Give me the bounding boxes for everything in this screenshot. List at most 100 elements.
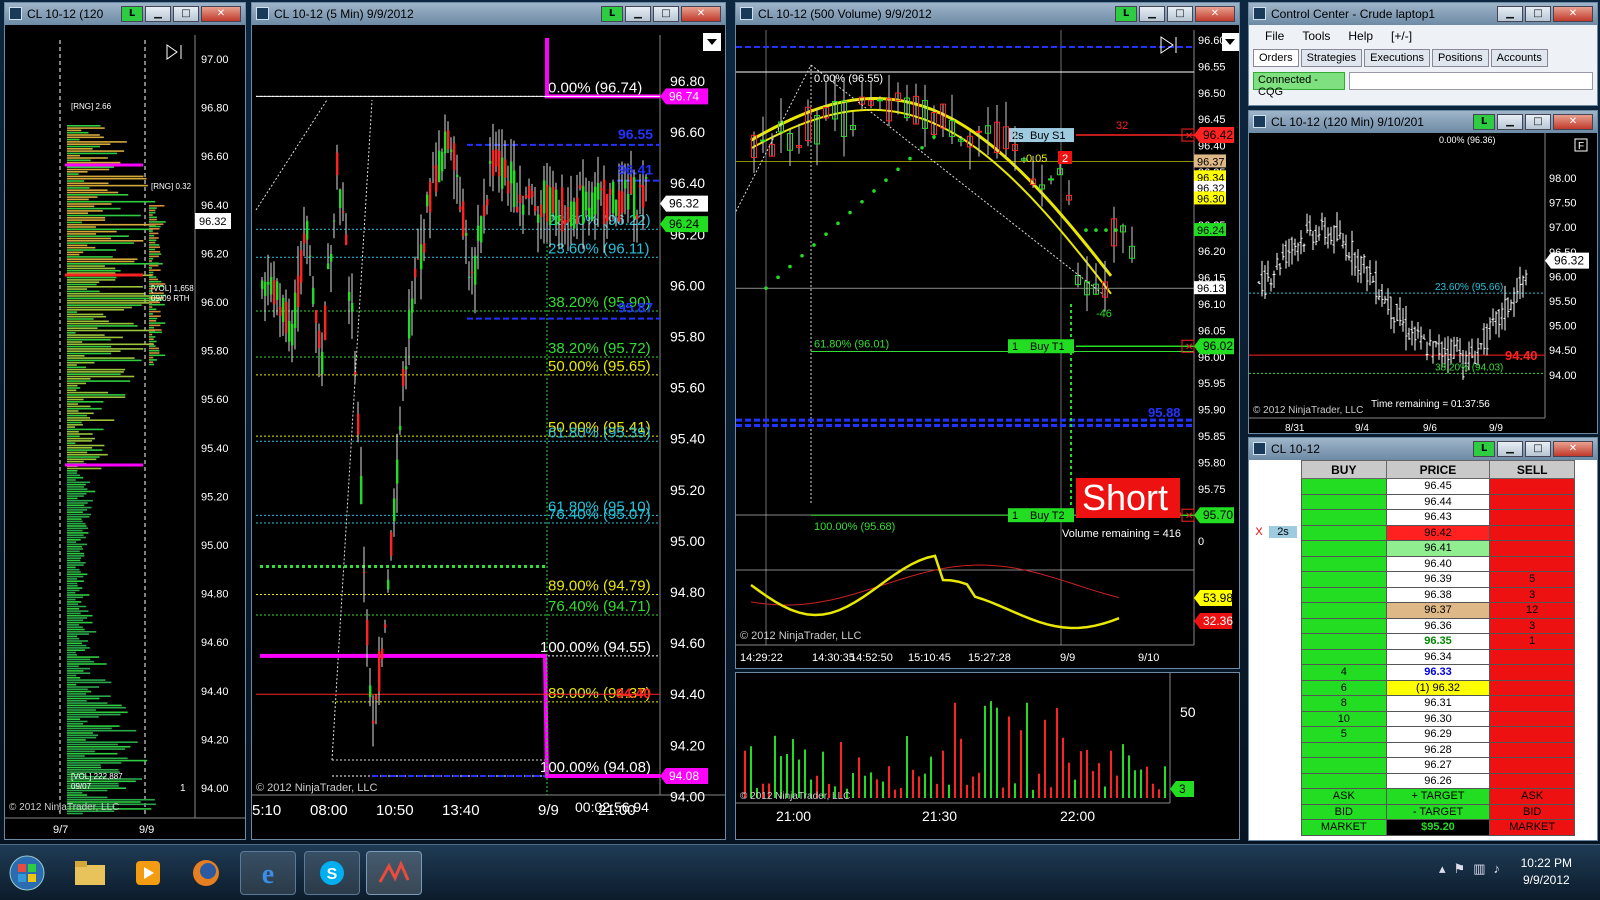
dom-price-cell[interactable]: 96.29 xyxy=(1385,726,1491,743)
dom-price-cell[interactable]: 96.45 xyxy=(1385,478,1491,495)
dom-sell-cell[interactable] xyxy=(1489,664,1575,681)
close-button[interactable]: ✕ xyxy=(1553,441,1593,457)
volume-profile-chart[interactable]: 97.00 96.80 96.60 96.40 96.20 96.00 95.80 95.60… xyxy=(5,25,245,839)
cancel-order-icon[interactable]: X xyxy=(1249,526,1269,538)
candlestick-chart-120min[interactable]: 98.0097.5097.0096.5096.0095.5095.0094.50… xyxy=(1249,133,1597,433)
dom-sell-cell[interactable]: 1 xyxy=(1489,633,1575,650)
dom-buy-cell[interactable]: 6 xyxy=(1301,679,1387,696)
chart-window-volume-profile[interactable]: CL 10-12 (120 L ▁ □ ✕ 97.00 96.80 96.60 96.… xyxy=(4,2,246,840)
link-button[interactable]: L xyxy=(1115,6,1137,22)
tab-accounts[interactable]: Accounts xyxy=(1490,49,1548,67)
dom-sell-cell[interactable] xyxy=(1489,741,1575,758)
candlestick-chart-5min[interactable]: 96.8096.6096.4096.2096.0095.8095.6095.40… xyxy=(252,25,725,839)
dom-price-cell[interactable]: 96.35 xyxy=(1385,633,1491,650)
dom-buy-cell[interactable] xyxy=(1301,617,1387,634)
dom-row[interactable]: 96.41 xyxy=(1301,540,1575,557)
menu-help[interactable]: Help xyxy=(1348,29,1373,43)
dom-sell-cell[interactable] xyxy=(1489,540,1575,557)
close-button[interactable]: ✕ xyxy=(1553,6,1593,22)
maximize-button[interactable]: □ xyxy=(1525,6,1551,22)
window-titlebar[interactable]: CL 10-12 (120 L ▁ □ ✕ xyxy=(5,3,245,25)
dom-sell-cell[interactable] xyxy=(1489,555,1575,572)
dom-footer-sell-button[interactable]: ASK xyxy=(1489,788,1575,805)
dom-buy-cell[interactable] xyxy=(1301,772,1387,789)
dom-buy-cell[interactable] xyxy=(1301,757,1387,774)
dom-price-cell[interactable]: 96.28 xyxy=(1385,741,1491,758)
dom-price-cell[interactable]: 96.39 xyxy=(1385,571,1491,588)
dom-sell-cell[interactable]: 5 xyxy=(1489,571,1575,588)
link-button[interactable]: L xyxy=(1473,441,1495,457)
menu-tools[interactable]: Tools xyxy=(1302,29,1330,43)
dom-sell-cell[interactable]: 12 xyxy=(1489,602,1575,619)
tab-orders[interactable]: Orders xyxy=(1253,49,1299,67)
dom-sell-cell[interactable] xyxy=(1489,648,1575,665)
dom-footer-row[interactable]: ASK + TARGET ASK xyxy=(1301,788,1575,805)
dom-price-cell[interactable]: 96.30 xyxy=(1385,710,1491,727)
skype-taskbar-icon[interactable]: S xyxy=(304,851,360,895)
control-center-window[interactable]: Control Center - Crude laptop1 ▁ □ ✕ Fil… xyxy=(1248,2,1598,106)
ninjatrader-taskbar-icon[interactable] xyxy=(366,851,422,895)
chart-area[interactable]: 96.80 96.60 96.40 96.20 96.00 95.80 95.60 95.40… xyxy=(252,25,725,839)
media-player-taskbar-icon[interactable] xyxy=(120,851,176,895)
dom-buy-cell[interactable] xyxy=(1301,509,1387,526)
dom-sell-cell[interactable] xyxy=(1489,695,1575,712)
dom-row[interactable]: 96.26 xyxy=(1301,772,1575,789)
dom-footer-sell-button[interactable]: MARKET xyxy=(1489,819,1575,836)
order-qty-tag[interactable]: 2s xyxy=(1269,526,1297,539)
dom-buy-cell[interactable] xyxy=(1301,555,1387,572)
chart-window-volume-bars[interactable]: 50 3 21:00 21:30 22:00 © 2012 NinjaTrader, LL… xyxy=(735,672,1240,840)
dom-row[interactable]: 8 96.31 xyxy=(1301,695,1575,712)
dom-price-cell[interactable]: 96.41 xyxy=(1385,540,1491,557)
window-titlebar[interactable]: CL 10-12 (120 Min) 9/10/201 L ▁ □ ✕ xyxy=(1249,111,1597,133)
dom-sell-cell[interactable] xyxy=(1489,772,1575,789)
dom-price-cell[interactable]: 96.26 xyxy=(1385,772,1491,789)
dom-buy-cell[interactable] xyxy=(1301,602,1387,619)
tab-strategies[interactable]: Strategies xyxy=(1300,49,1363,67)
close-button[interactable]: ✕ xyxy=(201,6,241,22)
maximize-button[interactable]: □ xyxy=(173,6,199,22)
dom-row[interactable]: 4 96.33 xyxy=(1301,664,1575,681)
dom-buy-cell[interactable] xyxy=(1301,633,1387,650)
tray-arrow-icon[interactable]: ▴ xyxy=(1439,861,1446,877)
dom-sell-cell[interactable] xyxy=(1489,509,1575,526)
dom-row[interactable]: 96.40 xyxy=(1301,555,1575,572)
firefox-taskbar-icon[interactable] xyxy=(178,851,234,895)
minimize-button[interactable]: ▁ xyxy=(1497,6,1523,22)
dom-price-cell[interactable]: 96.33 xyxy=(1385,664,1491,681)
dom-footer-price-button[interactable]: - TARGET xyxy=(1385,803,1491,820)
minimize-button[interactable]: ▁ xyxy=(1497,114,1523,130)
tray-flag-icon[interactable]: ⚑ xyxy=(1454,861,1466,877)
dom-row[interactable]: 96.27 xyxy=(1301,757,1575,774)
tab-executions[interactable]: Executions xyxy=(1364,49,1430,67)
dom-sell-cell[interactable] xyxy=(1489,757,1575,774)
close-button[interactable]: ✕ xyxy=(1195,6,1235,22)
dom-buy-cell[interactable]: 5 xyxy=(1301,726,1387,743)
chart-area[interactable]: 98.0097.5097.0096.5096.0095.5095.0094.50… xyxy=(1249,133,1597,433)
window-titlebar[interactable]: Control Center - Crude laptop1 ▁ □ ✕ xyxy=(1249,3,1597,25)
maximize-button[interactable]: □ xyxy=(1525,114,1551,130)
dom-row[interactable]: 96.37 12 xyxy=(1301,602,1575,619)
maximize-button[interactable]: □ xyxy=(1525,441,1551,457)
dom-footer-price-button[interactable]: $95.20 xyxy=(1385,819,1491,836)
dom-buy-cell[interactable]: 4 xyxy=(1301,664,1387,681)
dom-price-cell[interactable]: 96.37 xyxy=(1385,602,1491,619)
dom-row[interactable]: 96.36 3 xyxy=(1301,617,1575,634)
window-titlebar[interactable]: CL 10-12 L ▁ □ ✕ xyxy=(1249,438,1597,460)
dom-buy-cell[interactable] xyxy=(1301,586,1387,603)
dom-footer-sell-button[interactable]: BID xyxy=(1489,803,1575,820)
dom-buy-cell[interactable] xyxy=(1301,540,1387,557)
minimize-button[interactable]: ▁ xyxy=(625,6,651,22)
dom-row[interactable]: 96.39 5 xyxy=(1301,571,1575,588)
dom-footer-row[interactable]: BID - TARGET BID xyxy=(1301,803,1575,820)
dom-price-cell[interactable]: 96.42 xyxy=(1385,524,1491,541)
dom-price-cell[interactable]: 96.36 xyxy=(1385,617,1491,634)
chart-area[interactable]: 96.6096.5596.5096.4596.4096.3596.3096.25… xyxy=(736,25,1239,668)
dom-row[interactable]: 96.28 xyxy=(1301,741,1575,758)
explorer-taskbar-icon[interactable] xyxy=(62,851,118,895)
start-button[interactable] xyxy=(4,851,50,895)
minimize-button[interactable]: ▁ xyxy=(1139,6,1165,22)
dom-footer-row[interactable]: MARKET $95.20 MARKET xyxy=(1301,819,1575,836)
close-button[interactable]: ✕ xyxy=(681,6,721,22)
dom-sell-cell[interactable]: 3 xyxy=(1489,617,1575,634)
tab-positions[interactable]: Positions xyxy=(1431,49,1489,67)
